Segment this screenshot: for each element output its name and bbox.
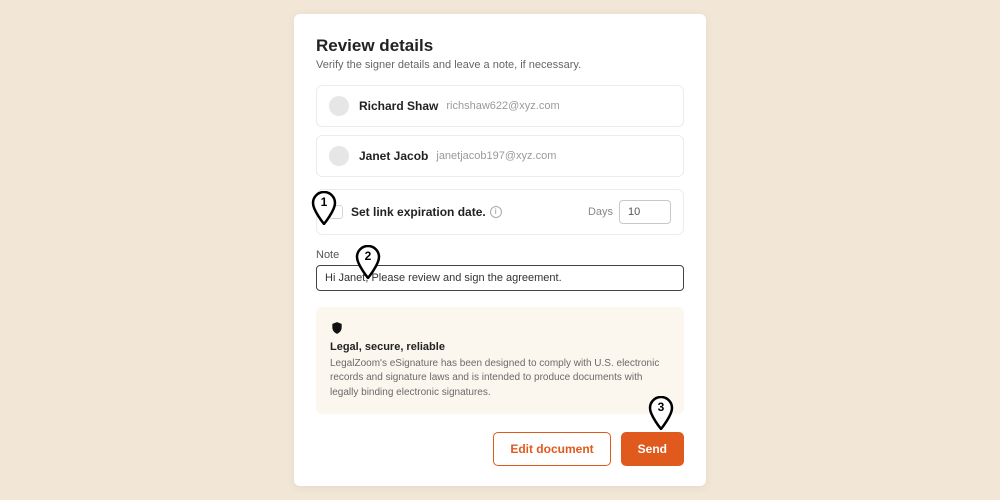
expiration-checkbox[interactable] <box>329 205 343 219</box>
shield-icon <box>330 321 344 335</box>
legal-text: LegalZoom's eSignature has been designed… <box>330 357 670 401</box>
signer-row: Richard Shaw richshaw622@xyz.com <box>316 85 684 127</box>
info-icon[interactable]: i <box>490 206 502 218</box>
signer-email: janetjacob197@xyz.com <box>436 150 556 162</box>
days-label: Days <box>588 206 613 218</box>
page-title: Review details <box>316 36 684 56</box>
days-input[interactable] <box>619 200 671 224</box>
note-label: Note <box>316 249 684 261</box>
expiration-row: Set link expiration date. i Days <box>316 189 684 235</box>
legal-title: Legal, secure, reliable <box>330 341 670 353</box>
signer-name: Richard Shaw <box>359 99 438 113</box>
page-subtitle: Verify the signer details and leave a no… <box>316 59 684 71</box>
signer-email: richshaw622@xyz.com <box>446 100 559 112</box>
review-details-card: Review details Verify the signer details… <box>294 14 706 487</box>
signer-name: Janet Jacob <box>359 149 428 163</box>
note-input[interactable] <box>316 265 684 291</box>
send-button[interactable]: Send <box>621 432 684 466</box>
legal-box: Legal, secure, reliable LegalZoom's eSig… <box>316 307 684 415</box>
avatar <box>329 146 349 166</box>
edit-document-button[interactable]: Edit document <box>493 432 610 466</box>
expiration-label: Set link expiration date. <box>351 205 486 219</box>
avatar <box>329 96 349 116</box>
actions: Edit document Send <box>316 432 684 466</box>
signer-row: Janet Jacob janetjacob197@xyz.com <box>316 135 684 177</box>
